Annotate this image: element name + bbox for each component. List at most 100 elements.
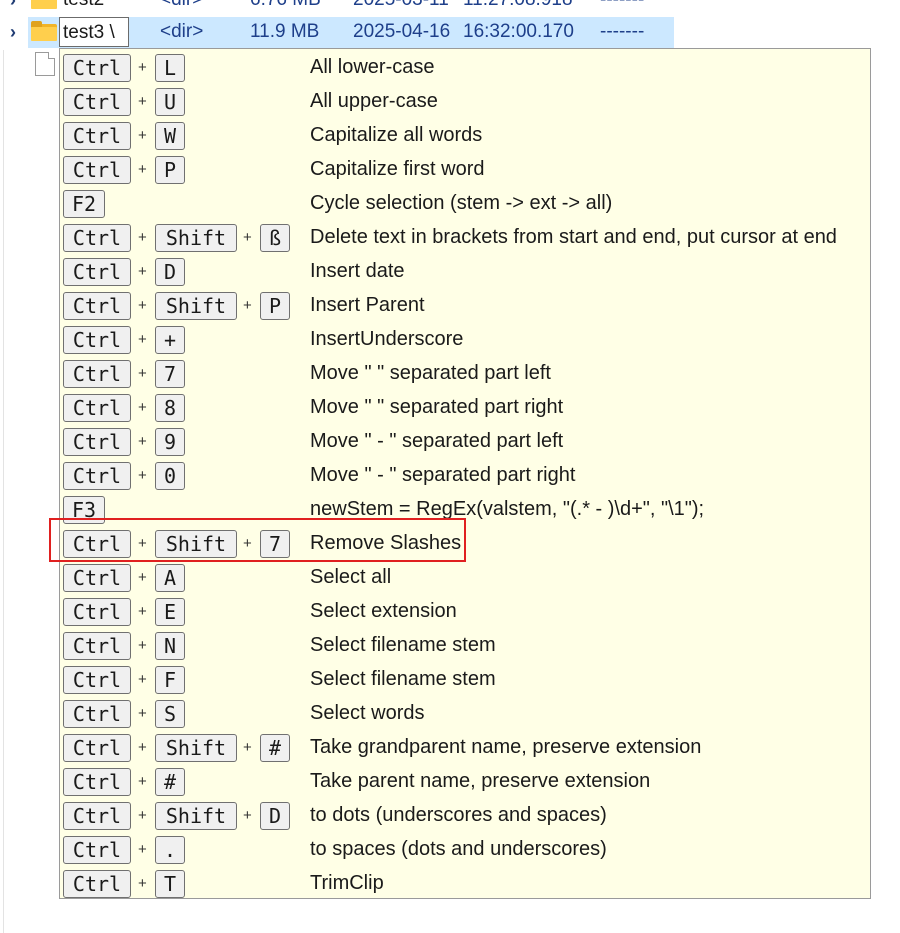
shortcut-description: Select all bbox=[310, 566, 392, 588]
plus-sign: + bbox=[138, 773, 147, 790]
key-cap: Ctrl bbox=[63, 156, 131, 184]
shortcut-row[interactable]: Ctrl +8 Move " " separated part right bbox=[60, 389, 870, 423]
shortcut-popup: Ctrl + L All lower-case Ctrl + U All upper-case… bbox=[59, 48, 871, 899]
key-cap: Shift bbox=[155, 292, 237, 320]
key-cap: E bbox=[155, 598, 185, 626]
plus-sign: + bbox=[138, 705, 147, 722]
chevron-right-icon[interactable]: › bbox=[10, 0, 22, 10]
shortcut-row[interactable]: Ctrl + T TrimClip bbox=[60, 865, 870, 899]
tree-guide-line bbox=[3, 50, 4, 933]
key-cap: T bbox=[155, 870, 185, 898]
shortcut-row[interactable]: Ctrl + P Capitalize first word bbox=[60, 151, 870, 185]
plus-sign: + bbox=[138, 467, 147, 484]
plus-sign: + bbox=[138, 671, 147, 688]
key-cap: + bbox=[155, 326, 185, 354]
shortcut-row[interactable]: Ctrl + W Capitalize all words bbox=[60, 117, 870, 151]
plus-sign: + bbox=[138, 161, 147, 178]
key-cap: L bbox=[155, 54, 185, 82]
file-row-selected[interactable]: › <dir> 11.9 MB 2025-04-16 16:32:00.170 … bbox=[0, 16, 900, 50]
shortcut-description: Capitalize first word bbox=[310, 158, 485, 180]
shortcut-row[interactable]: Ctrl + D Insert date bbox=[60, 253, 870, 287]
file-time: 11:27:08.918 bbox=[463, 0, 573, 11]
shortcut-description: Delete text in brackets from start and e… bbox=[310, 226, 837, 248]
plus-sign: + bbox=[243, 739, 252, 756]
shortcut-row[interactable]: Ctrl + F Select filename stem bbox=[60, 661, 870, 695]
key-cap: P bbox=[155, 156, 185, 184]
shortcut-row[interactable]: Ctrl + U All upper-case bbox=[60, 83, 870, 117]
shortcut-description: InsertUnderscore bbox=[310, 328, 464, 350]
shortcut-description: Take grandparent name, preserve extensio… bbox=[310, 736, 702, 758]
plus-sign: + bbox=[138, 399, 147, 416]
shortcut-row[interactable]: Ctrl +. to spaces (dots and underscores) bbox=[60, 831, 870, 865]
shortcut-row[interactable]: Ctrl + A Select all bbox=[60, 559, 870, 593]
file-name: test2 bbox=[63, 0, 104, 11]
shortcut-description: Capitalize all words bbox=[310, 124, 483, 146]
key-cap: ß bbox=[260, 224, 290, 252]
key-cap: Ctrl bbox=[63, 666, 131, 694]
key-cap: Ctrl bbox=[63, 836, 131, 864]
shortcut-row[interactable]: Ctrl + # Take parent name, preserve extensi… bbox=[60, 763, 870, 797]
folder-icon bbox=[31, 21, 57, 41]
key-cap: Ctrl bbox=[63, 598, 131, 626]
file-size: 6.76 MB bbox=[250, 0, 321, 11]
shortcut-row[interactable]: Ctrl +0 Move " - " separated part right bbox=[60, 457, 870, 491]
shortcut-row[interactable]: Ctrl + S Select words bbox=[60, 695, 870, 729]
key-cap: Ctrl bbox=[63, 632, 131, 660]
shortcut-description: Move " - " separated part right bbox=[310, 464, 576, 486]
shortcut-row[interactable]: Ctrl + E Select extension bbox=[60, 593, 870, 627]
key-cap: W bbox=[155, 122, 185, 150]
key-cap: # bbox=[260, 734, 290, 762]
chevron-right-icon[interactable]: › bbox=[10, 22, 22, 42]
key-cap: 8 bbox=[155, 394, 185, 422]
key-cap: Ctrl bbox=[63, 870, 131, 898]
shortcut-row[interactable]: Ctrl + Shift + P Insert Parent bbox=[60, 287, 870, 321]
file-date: 2025-04-16 bbox=[353, 21, 451, 42]
plus-sign: + bbox=[138, 127, 147, 144]
plus-sign: + bbox=[243, 807, 252, 824]
shortcut-row[interactable]: Ctrl + Shift + ß Delete text in brackets from… bbox=[60, 219, 870, 253]
shortcut-description: Cycle selection (stem -> ext -> all) bbox=[310, 192, 613, 214]
key-cap: Ctrl bbox=[63, 462, 131, 490]
shortcut-row[interactable]: Ctrl + N Select filename stem bbox=[60, 627, 870, 661]
rename-input[interactable]: test3 \ bbox=[59, 17, 129, 47]
key-cap: N bbox=[155, 632, 185, 660]
key-cap: D bbox=[155, 258, 185, 286]
key-cap: Ctrl bbox=[63, 326, 131, 354]
shortcut-row[interactable]: Ctrl + Shift + # Take grandparent name, prese… bbox=[60, 729, 870, 763]
key-cap: Ctrl bbox=[63, 768, 131, 796]
key-cap: Shift bbox=[155, 224, 237, 252]
key-cap: Ctrl bbox=[63, 734, 131, 762]
key-cap: Ctrl bbox=[63, 360, 131, 388]
shortcut-description: Select extension bbox=[310, 600, 457, 622]
plus-sign: + bbox=[138, 365, 147, 382]
shortcut-description: Select filename stem bbox=[310, 634, 496, 656]
shortcut-row[interactable]: Ctrl +7 Move " " separated part left bbox=[60, 355, 870, 389]
shortcut-row[interactable]: Ctrl +9 Move " - " separated part left bbox=[60, 423, 870, 457]
key-cap: 0 bbox=[155, 462, 185, 490]
shortcut-row[interactable]: Ctrl + L All lower-case bbox=[60, 49, 870, 83]
key-cap: # bbox=[155, 768, 185, 796]
shortcut-description: to spaces (dots and underscores) bbox=[310, 838, 607, 860]
plus-sign: + bbox=[138, 263, 147, 280]
plus-sign: + bbox=[138, 297, 147, 314]
shortcut-description: Take parent name, preserve extension bbox=[310, 770, 651, 792]
shortcut-description: Select filename stem bbox=[310, 668, 496, 690]
file-date: 2025-03-11 bbox=[353, 0, 449, 11]
plus-sign: + bbox=[138, 637, 147, 654]
key-cap: P bbox=[260, 292, 290, 320]
shortcut-description: Insert date bbox=[310, 260, 405, 282]
plus-sign: + bbox=[138, 229, 147, 246]
shortcut-row[interactable]: Ctrl + Shift + Dto dots (underscores and spa… bbox=[60, 797, 870, 831]
key-cap: D bbox=[260, 802, 290, 830]
shortcut-description: Move " - " separated part left bbox=[310, 430, 564, 452]
rename-input-text: test3 \ bbox=[63, 22, 115, 43]
shortcut-row[interactable]: Ctrl + + InsertUnderscore bbox=[60, 321, 870, 355]
plus-sign: + bbox=[138, 59, 147, 76]
key-cap: Ctrl bbox=[63, 802, 131, 830]
key-cap: Ctrl bbox=[63, 224, 131, 252]
shortcut-row[interactable]: F2 Cycle selection (stem -> ext -> all) bbox=[60, 185, 870, 219]
plus-sign: + bbox=[243, 229, 252, 246]
key-cap: Ctrl bbox=[63, 122, 131, 150]
key-cap: S bbox=[155, 700, 185, 728]
key-cap: Ctrl bbox=[63, 88, 131, 116]
